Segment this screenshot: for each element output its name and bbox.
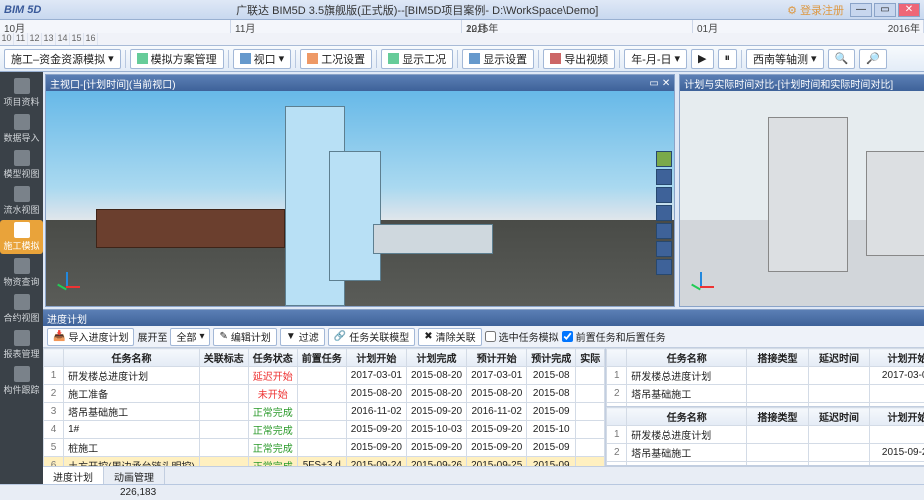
cube-icon [14,150,30,166]
display-icon [469,53,480,64]
sim-plan-button[interactable]: 模拟方案管理 [130,49,224,69]
viewport-toolbar [656,151,672,275]
table-row[interactable]: 6 土方开挖(周边承台链头明挖)正常完成5FS+3 d2015-09-24201… [44,457,605,467]
axis-gizmo [686,272,714,300]
clear-link-button[interactable]: ✖ 清除关联 [418,328,481,346]
pause-button[interactable]: ⏸ [718,49,738,69]
sidebar-item-import[interactable]: 数据导入 [0,112,43,146]
axis-select[interactable]: 西南等轴测 ▾ [746,49,824,69]
year-label: 2016年 [884,20,920,35]
app-logo: BIM 5D [4,4,41,16]
main-viewport-pane: 主视口-[计划时间](当前视口) ▭ ✕ [45,74,675,307]
sidebar-item-simulate[interactable]: 施工模拟 [0,220,43,254]
maximize-icon[interactable]: ▭ [874,3,896,17]
viewport-icon [240,53,251,64]
viewport-button[interactable]: 视口 ▾ [233,49,292,69]
table-row[interactable]: 2 塔吊基础施工2015-09-20 [607,444,924,462]
chart-icon [14,330,30,346]
sidebar-item-project[interactable]: 项目资料 [0,76,43,110]
import-schedule-button[interactable]: 📥 导入进度计划 [47,328,134,346]
table-row[interactable]: 1研发楼总进度计划2017-03-01 [607,426,924,444]
import-icon [14,114,30,130]
sidebar-item-material[interactable]: 物资查询 [0,256,43,290]
link-model-button[interactable]: 🔗 任务关联模型 [328,328,415,346]
window-buttons: — ▭ ✕ [850,3,920,17]
filter-button[interactable]: ▼ 过滤 [280,328,325,346]
pane-close-icon[interactable]: ✕ [662,78,670,89]
table-row[interactable]: 1研发楼总进度计划2017-03-01 [607,367,924,385]
zoom-icon[interactable] [656,223,672,239]
panel-title: 进度计划 [47,311,87,326]
home-icon[interactable] [656,205,672,221]
chk-selected-task[interactable]: 选中任务模拟 [485,329,559,344]
timeline-ruler[interactable]: 2015年 2016年 10月11月12月01月 10111213141516 [0,20,924,46]
play-button[interactable]: ▶ [691,49,713,69]
sidebar-item-track[interactable]: 构件跟踪 [0,364,43,398]
table-row[interactable]: 2 施工准备未开始2015-08-202015-08-202015-08-202… [44,385,605,403]
measure-icon[interactable] [656,259,672,275]
eye-icon [388,53,399,64]
section-icon[interactable] [656,241,672,257]
schedule-toolbar: 📥 导入进度计划 展开至 全部 ▾ ✎ 编辑计划 ▼ 过滤 🔗 任务关联模型 ✖… [43,326,924,348]
schedule-table[interactable]: 任务名称 关联标志 任务状态 前置任务 计划开始 计划完成 预计开始 预计完成 … [43,348,606,466]
show-wk-button[interactable]: 显示工况 [381,49,453,69]
main-toolbar: 施工–资金资源模拟 ▾ 模拟方案管理 视口 ▾ 工况设置 显示工况 显示设置 导… [0,46,924,72]
table-row[interactable]: 2 塔吊基础施工2016-11-02 [607,385,924,403]
compare-viewport-pane: 计划与实际时间对比-[计划时间和实际时间对比] ▭✕ [679,74,924,307]
table-row[interactable]: 4 1#正常完成2015-09-202015-10-032015-09-2020… [44,421,605,439]
pane-title: 主视口-[计划时间](当前视口) [50,76,176,91]
video-icon [550,53,561,64]
sidebar-item-contract[interactable]: 合约视图 [0,292,43,326]
export-video-button[interactable]: 导出视频 [543,49,615,69]
statusbar: 226,183 [0,484,924,500]
view-mode-select[interactable]: 施工–资金资源模拟 ▾ [4,49,121,69]
table-row[interactable]: 3 塔吊基础施工正常完成2016-11-022015-09-202016-11-… [44,403,605,421]
show-setting-button[interactable]: 显示设置 [462,49,534,69]
successor-table[interactable]: 任务名称 搭接类型 延迟时间 计划开始 计划完成 1研发楼总进度计划2017-0… [606,407,924,466]
select-icon[interactable] [656,151,672,167]
zoom-in-button[interactable]: 🔍 [828,49,856,69]
expand-label: 展开至 [137,329,167,344]
box-icon [14,258,30,274]
chk-predecessor[interactable]: 前置任务和后置任务 [562,329,666,344]
table-row[interactable]: 1研发楼总进度计划延迟开始2017-03-012015-08-202017-03… [44,367,605,385]
tab-animation[interactable]: 动画管理 [104,467,165,484]
titlebar: BIM 5D 广联达 BIM5D 3.5旗舰版(正式版)--[BIM5D项目案例… [0,0,924,20]
year-label: 2015年 [462,20,498,35]
bottom-tabs: 进度计划 动画管理 [43,466,924,484]
orbit-icon[interactable] [656,187,672,203]
date-format-select[interactable]: 年-月-日 ▾ [624,49,687,69]
play-icon [14,222,30,238]
sidebar-item-model[interactable]: 模型视图 [0,148,43,182]
sidebar-item-report[interactable]: 报表管理 [0,328,43,362]
predecessor-table[interactable]: 任务名称 搭接类型 延迟时间 计划开始 计划完成 1研发楼总进度计划2017-0… [606,348,924,407]
zoom-out-button[interactable]: 🔎 [859,49,887,69]
doc-icon [14,294,30,310]
pane-max-icon[interactable]: ▭ [649,78,658,89]
expand-select[interactable]: 全部 ▾ [170,328,210,346]
sidebar-item-flow[interactable]: 流水视图 [0,184,43,218]
close-icon[interactable]: ✕ [898,3,920,17]
table-row[interactable]: 5 桩施工正常完成2015-09-202015-09-202015-09-202… [44,439,605,457]
flow-icon [14,186,30,202]
edit-plan-button[interactable]: ✎ 编辑计划 [213,328,276,346]
wk-setting-button[interactable]: 工况设置 [300,49,372,69]
pan-icon[interactable] [656,169,672,185]
compare-3d-viewport[interactable] [680,91,924,306]
track-icon [14,366,30,382]
folder-icon [14,78,30,94]
user-login[interactable]: ⚙ 登录注册 [787,2,844,18]
window-title: 广联达 BIM5D 3.5旗舰版(正式版)--[BIM5D项目案例- D:\Wo… [47,2,787,18]
sidebar: 项目资料 数据导入 模型视图 流水视图 施工模拟 物资查询 合约视图 报表管理 … [0,72,43,484]
list-icon [137,53,148,64]
pane-title: 计划与实际时间对比-[计划时间和实际时间对比] [684,76,893,91]
gear-icon [307,53,318,64]
schedule-panel: 进度计划 ▭✕ 📥 导入进度计划 展开至 全部 ▾ ✎ 编辑计划 ▼ 过滤 🔗 … [43,309,924,484]
tab-schedule[interactable]: 进度计划 [43,467,104,484]
axis-gizmo [52,272,80,300]
main-3d-viewport[interactable] [46,91,674,306]
minimize-icon[interactable]: — [850,3,872,17]
cursor-coords: 226,183 [120,487,156,498]
